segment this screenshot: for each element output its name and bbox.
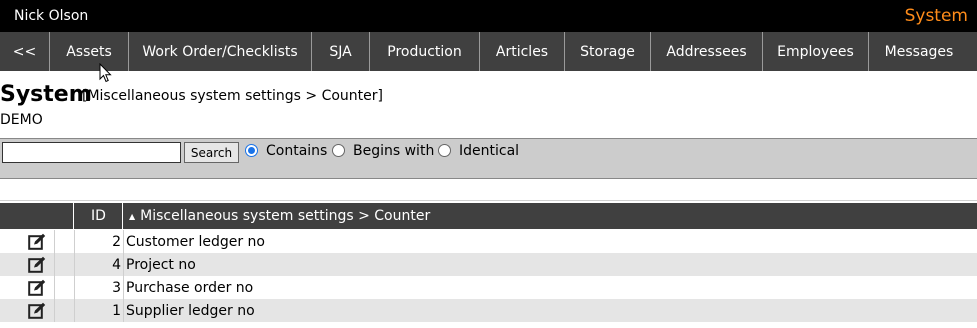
divider bbox=[0, 200, 977, 201]
search-input[interactable] bbox=[2, 142, 181, 163]
table-row: 2 Customer ledger no bbox=[0, 230, 977, 253]
identical-label: Identical bbox=[459, 143, 520, 159]
sort-ascending-icon: ▲ bbox=[129, 211, 136, 221]
search-button[interactable]: Search bbox=[184, 142, 239, 163]
nav-item-production[interactable]: Production bbox=[370, 32, 480, 71]
nav-item-articles[interactable]: Articles bbox=[480, 32, 565, 71]
page-title: System bbox=[0, 82, 92, 107]
begins-with-label: Begins with bbox=[353, 143, 435, 159]
begins-with-radio[interactable] bbox=[332, 144, 345, 157]
search-bar: Search Contains Begins with Identical bbox=[0, 138, 977, 179]
nav-item-storage[interactable]: Storage bbox=[565, 32, 651, 71]
nav-item-messages[interactable]: Messages bbox=[869, 32, 969, 71]
breadcrumb: [Miscellaneous system settings > Counter… bbox=[82, 88, 383, 104]
identical-radio[interactable] bbox=[438, 144, 451, 157]
contains-label: Contains bbox=[266, 143, 328, 159]
row-description: Supplier ledger no bbox=[126, 303, 255, 319]
row-description: Customer ledger no bbox=[126, 234, 265, 250]
nav-item-addressees[interactable]: Addressees bbox=[651, 32, 763, 71]
nav-item-work-order-checklists[interactable]: Work Order/Checklists bbox=[129, 32, 312, 71]
table-row: 1 Supplier ledger no bbox=[0, 299, 977, 322]
description-column-label: Miscellaneous system settings > Counter bbox=[140, 208, 431, 224]
edit-column-header bbox=[0, 203, 74, 229]
id-column-header[interactable]: ID bbox=[75, 203, 123, 229]
top-bar: Nick Olson System bbox=[0, 0, 977, 32]
table-row: 3 Purchase order no bbox=[0, 276, 977, 299]
mouse-cursor-icon bbox=[99, 63, 112, 83]
main-nav: << Assets Work Order/Checklists SJA Prod… bbox=[0, 32, 977, 71]
edit-icon[interactable] bbox=[28, 279, 46, 296]
row-description: Purchase order no bbox=[126, 280, 254, 296]
description-column-header[interactable]: ▲ Miscellaneous system settings > Counte… bbox=[124, 203, 430, 229]
edit-icon[interactable] bbox=[28, 233, 46, 250]
edit-icon[interactable] bbox=[28, 256, 46, 273]
row-id: 2 bbox=[112, 234, 121, 250]
nav-item-employees[interactable]: Employees bbox=[763, 32, 869, 71]
table-row: 4 Project no bbox=[0, 253, 977, 276]
row-id: 1 bbox=[112, 303, 121, 319]
user-name: Nick Olson bbox=[14, 8, 89, 24]
module-name: System bbox=[904, 6, 968, 26]
nav-back-button[interactable]: << bbox=[0, 32, 50, 71]
edit-icon[interactable] bbox=[28, 302, 46, 319]
row-description: Project no bbox=[126, 257, 196, 273]
contains-radio[interactable] bbox=[245, 144, 258, 157]
nav-item-sja[interactable]: SJA bbox=[312, 32, 370, 71]
row-id: 4 bbox=[112, 257, 121, 273]
table-header: ID ▲ Miscellaneous system settings > Cou… bbox=[0, 203, 977, 229]
nav-item-assets[interactable]: Assets bbox=[50, 32, 129, 71]
row-id: 3 bbox=[112, 280, 121, 296]
company-name: DEMO bbox=[0, 112, 43, 128]
